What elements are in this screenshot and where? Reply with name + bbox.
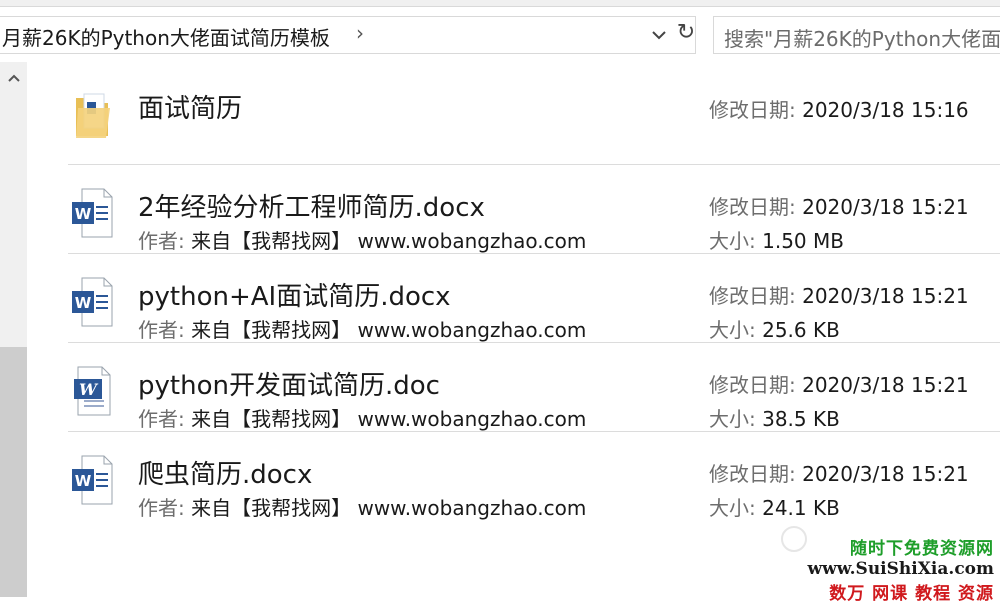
word-document-icon: W [70, 276, 114, 328]
svg-text:W: W [79, 380, 99, 399]
scroll-up-icon[interactable] [6, 70, 22, 86]
modified-date: 修改日期: 2020/3/18 15:21 [709, 195, 969, 219]
modified-date: 修改日期: 2020/3/18 15:21 [709, 373, 969, 397]
item-name[interactable]: python开发面试简历.doc [138, 365, 440, 402]
word-legacy-document-icon: W [70, 365, 114, 417]
folder-icon [70, 88, 114, 140]
item-author: 作者: 来自【我帮找网】 www.wobangzhao.com [138, 318, 587, 342]
scrollbar-thumb[interactable] [0, 347, 27, 597]
breadcrumb-current-folder[interactable]: 月薪26K的Python大佬面试简历模板 [2, 22, 330, 51]
chevron-down-icon[interactable] [649, 22, 669, 48]
item-author: 作者: 来自【我帮找网】 www.wobangzhao.com [138, 496, 587, 520]
chevron-right-icon[interactable]: › [356, 21, 364, 45]
refresh-icon[interactable]: ↻ [674, 20, 698, 50]
watermark-line-1: 随时下免费资源网 [850, 539, 994, 559]
window-top-edge [0, 0, 1000, 7]
list-item-folder[interactable]: 面试简历 修改日期: 2020/3/18 15:16 [68, 66, 1000, 165]
file-size: 大小: 1.50 MB [709, 229, 844, 253]
file-size: 大小: 38.5 KB [709, 407, 840, 431]
svg-text:W: W [75, 294, 92, 312]
item-name[interactable]: 2年经验分析工程师简历.docx [138, 187, 485, 224]
search-placeholder: 搜索"月薪26K的Python大佬面 [724, 27, 1000, 51]
file-size: 大小: 24.1 KB [709, 496, 840, 520]
svg-text:W: W [75, 472, 92, 490]
item-author: 作者: 来自【我帮找网】 www.wobangzhao.com [138, 407, 587, 431]
watermark-line-3: 数万 网课 教程 资源 [829, 584, 994, 604]
modified-date: 修改日期: 2020/3/18 15:21 [709, 284, 969, 308]
modified-date: 修改日期: 2020/3/18 15:21 [709, 462, 969, 486]
list-item-file[interactable]: W python+AI面试简历.docx 作者: 来自【我帮找网】 www.wo… [68, 254, 1000, 343]
word-document-icon: W [70, 454, 114, 506]
svg-text:W: W [75, 205, 92, 223]
file-list: 面试简历 修改日期: 2020/3/18 15:16 W 2年经验分析工程师简历… [68, 66, 1000, 520]
list-item-file[interactable]: W 爬虫简历.docx 作者: 来自【我帮找网】 www.wobangzhao.… [68, 432, 1000, 520]
item-name[interactable]: python+AI面试简历.docx [138, 276, 451, 313]
watermark-line-2: www.SuiShiXia.com [807, 559, 994, 579]
item-author: 作者: 来自【我帮找网】 www.wobangzhao.com [138, 229, 587, 253]
list-item-file[interactable]: W 2年经验分析工程师简历.docx 作者: 来自【我帮找网】 www.woba… [68, 165, 1000, 254]
watermark-badge-icon [781, 526, 808, 552]
vertical-scrollbar[interactable] [0, 62, 27, 597]
list-item-file[interactable]: W python开发面试简历.doc 作者: 来自【我帮找网】 www.woba… [68, 343, 1000, 432]
modified-date: 修改日期: 2020/3/18 15:16 [709, 98, 969, 122]
item-name[interactable]: 爬虫简历.docx [138, 454, 312, 491]
search-box[interactable]: 搜索"月薪26K的Python大佬面 [713, 16, 1000, 54]
item-name[interactable]: 面试简历 [138, 88, 242, 125]
file-size: 大小: 25.6 KB [709, 318, 840, 342]
address-toolbar: 月薪26K的Python大佬面试简历模板 › ↻ 搜索"月薪26K的Python… [0, 0, 1000, 62]
word-document-icon: W [70, 187, 114, 239]
address-bar[interactable]: 月薪26K的Python大佬面试简历模板 › ↻ [0, 16, 696, 54]
watermark: 随时下免费资源网 www.SuiShiXia.com 数万 网课 教程 资源 [781, 526, 994, 604]
